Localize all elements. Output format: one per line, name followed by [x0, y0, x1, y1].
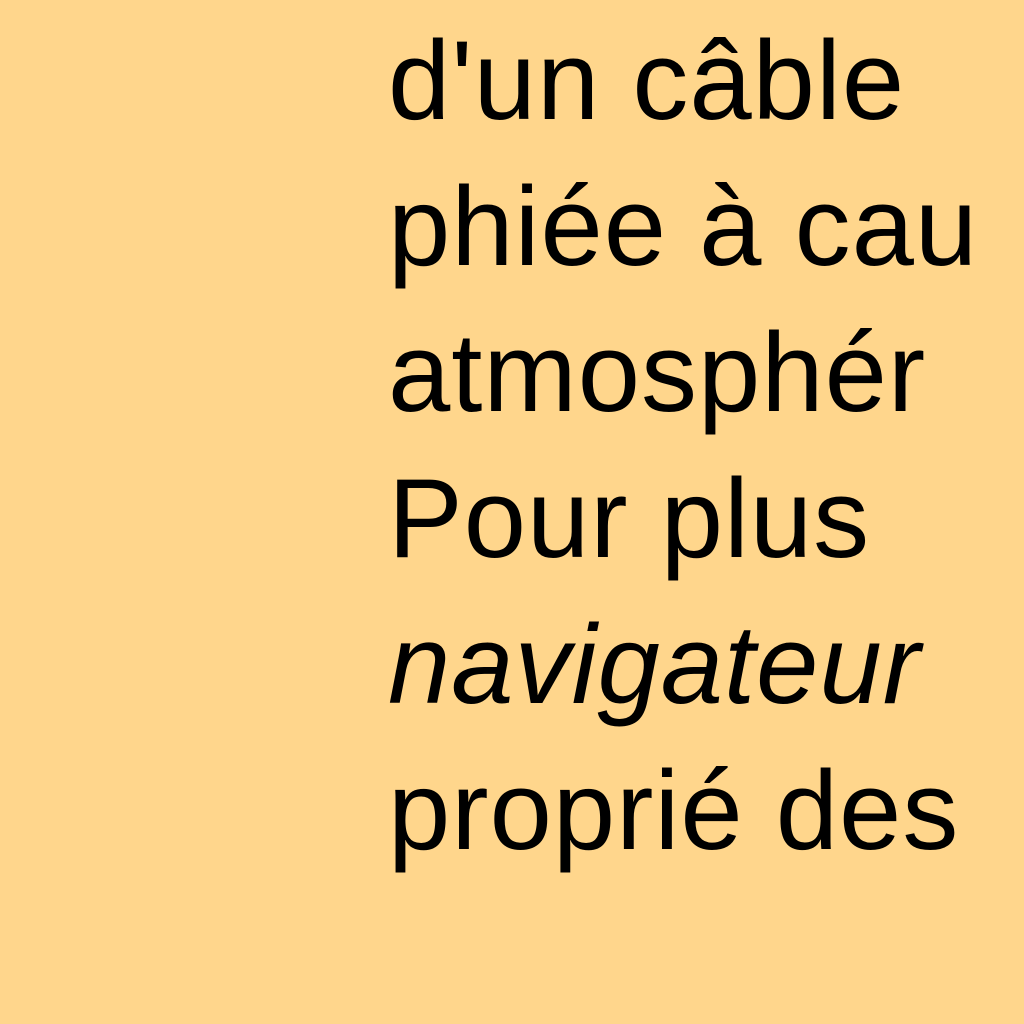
- text-line-6: proprié des: [388, 748, 960, 873]
- text-line-2: phiée à cau: [388, 164, 979, 289]
- text-line-1: d'un câble: [388, 18, 906, 143]
- cropped-text-block: d'un câble phiée à cau atmosphér Pour pl…: [388, 8, 1024, 884]
- text-line-3: atmosphér: [388, 310, 927, 435]
- text-line-5-italic: navigateur: [388, 602, 922, 727]
- text-line-4: Pour plus: [388, 456, 871, 581]
